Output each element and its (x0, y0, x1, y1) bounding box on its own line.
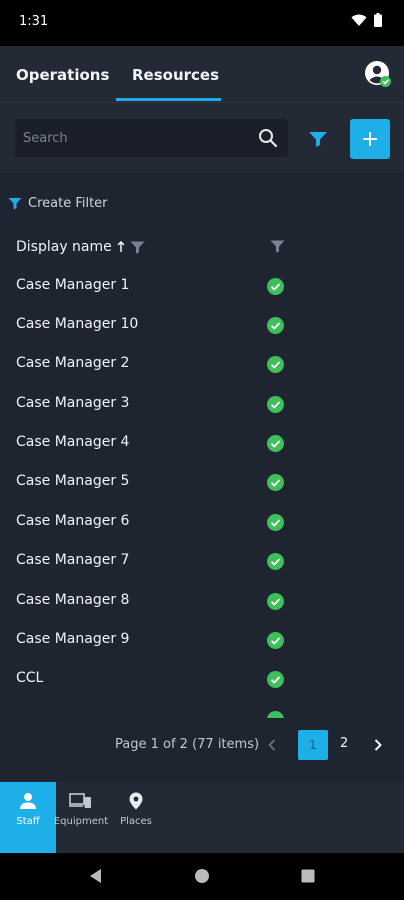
table-row[interactable]: Case Manager 1 (0, 267, 404, 306)
search-toolbar (0, 103, 404, 173)
status-icons (351, 13, 382, 27)
page-2-button[interactable]: 2 (340, 736, 348, 751)
check-circle-icon (267, 356, 284, 373)
previous-page-icon[interactable] (268, 739, 276, 751)
recents-icon[interactable] (301, 869, 315, 883)
person-icon (20, 793, 36, 809)
status-time: 1:31 (19, 14, 49, 29)
location-pin-icon (129, 792, 143, 810)
table-row[interactable]: Case Manager 7 (0, 542, 404, 581)
row-display-name: Case Manager 2 (16, 355, 130, 371)
check-circle-icon (267, 593, 284, 610)
column-header-label: Display name (16, 239, 112, 255)
filter-icon (8, 198, 22, 210)
row-display-name: Case Manager 9 (16, 631, 130, 647)
filter-button[interactable] (305, 127, 331, 151)
check-circle-icon (267, 671, 284, 688)
active-tab-indicator (116, 98, 221, 101)
plus-icon (363, 132, 377, 146)
check-circle-icon (267, 278, 284, 295)
table-row-partial[interactable] (0, 700, 404, 718)
table-row[interactable]: Case Manager 8 (0, 582, 404, 621)
table-row[interactable]: Case Manager 2 (0, 345, 404, 384)
table-row[interactable]: CCL (0, 660, 404, 699)
column-filter-icon[interactable] (130, 241, 145, 254)
nav-staff[interactable]: Staff (0, 782, 56, 853)
check-circle-icon (267, 435, 284, 452)
account-avatar-icon[interactable] (365, 61, 391, 87)
check-circle-icon (267, 317, 284, 334)
nav-label: Staff (16, 816, 40, 827)
pagination: Page 1 of 2 (77 items) 1 2 (0, 718, 404, 782)
table-row[interactable]: Case Manager 4 (0, 424, 404, 463)
table-row[interactable]: Case Manager 10 (0, 306, 404, 345)
nav-places[interactable]: Places (114, 782, 158, 853)
resource-list: Create Filter Display name Case Manager … (0, 173, 404, 718)
row-display-name: Case Manager 5 (16, 473, 130, 489)
filter-icon (309, 132, 327, 147)
row-display-name: Case Manager 10 (16, 316, 139, 332)
row-display-name: Case Manager 8 (16, 592, 130, 608)
check-circle-icon (267, 553, 284, 570)
search-box[interactable] (15, 119, 288, 157)
page-info: Page 1 of 2 (77 items) (115, 737, 260, 752)
tab-operations[interactable]: Operations (16, 66, 109, 84)
row-display-name: CCL (16, 670, 44, 686)
check-circle-icon (267, 514, 284, 531)
add-resource-button[interactable] (350, 119, 390, 159)
check-circle-icon (267, 711, 284, 718)
bottom-navigation: Staff Equipment Places (0, 782, 404, 853)
table-row[interactable]: Case Manager 3 (0, 385, 404, 424)
table-row[interactable]: Case Manager 9 (0, 621, 404, 660)
check-circle-icon (267, 396, 284, 413)
create-filter-link[interactable]: Create Filter (8, 196, 108, 211)
create-filter-label: Create Filter (28, 196, 108, 211)
search-icon[interactable] (258, 128, 278, 148)
wifi-icon (351, 14, 367, 26)
status-column-filter-icon[interactable] (270, 240, 285, 253)
battery-icon (374, 13, 382, 27)
system-navigation-bar (0, 853, 404, 900)
devices-icon (69, 793, 91, 808)
nav-equipment[interactable]: Equipment (53, 782, 109, 853)
column-header-display-name[interactable]: Display name (16, 239, 145, 255)
tab-resources[interactable]: Resources (132, 66, 219, 84)
sort-ascending-icon[interactable] (117, 241, 125, 253)
row-display-name: Case Manager 6 (16, 513, 130, 529)
row-display-name: Case Manager 3 (16, 395, 130, 411)
table-row[interactable]: Case Manager 6 (0, 503, 404, 542)
row-display-name: Case Manager 1 (16, 277, 130, 293)
status-bar: 1:31 (0, 0, 404, 46)
table-row[interactable]: Case Manager 5 (0, 463, 404, 502)
home-icon[interactable] (194, 868, 210, 884)
check-circle-icon (267, 474, 284, 491)
back-icon[interactable] (88, 868, 104, 884)
row-display-name: Case Manager 7 (16, 552, 130, 568)
next-page-icon[interactable] (374, 739, 382, 751)
row-display-name: Case Manager 4 (16, 434, 130, 450)
check-circle-icon (267, 632, 284, 649)
search-input[interactable] (23, 128, 243, 148)
page-1-button[interactable]: 1 (298, 730, 328, 760)
top-tab-bar: Operations Resources (0, 46, 404, 103)
nav-label: Equipment (53, 816, 109, 827)
nav-label: Places (120, 816, 152, 827)
